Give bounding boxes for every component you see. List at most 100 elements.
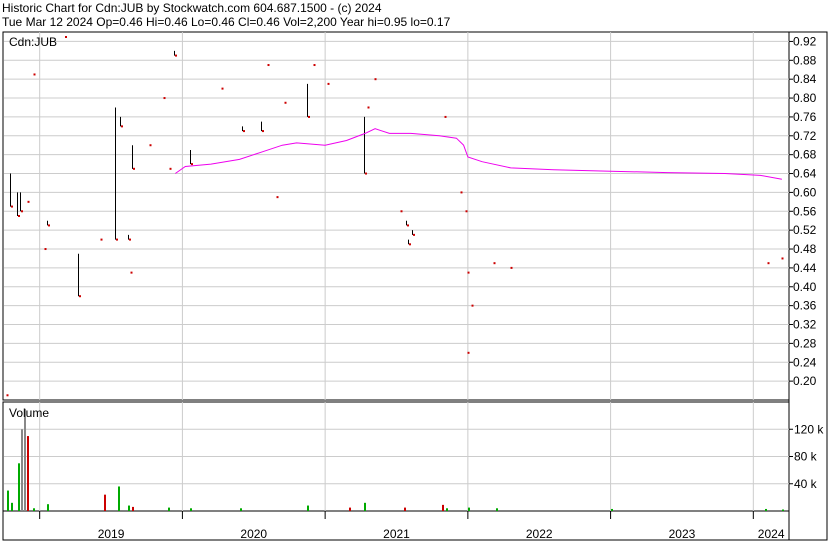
volume-bar [364, 502, 366, 511]
volume-bar [118, 486, 120, 511]
volume-bar [349, 507, 351, 511]
price-point [163, 97, 166, 100]
price-point [130, 271, 133, 274]
price-close [308, 115, 310, 118]
volume-bar [18, 463, 20, 511]
price-tick-label: 0.28 [793, 336, 817, 350]
price-tick-label: 0.52 [793, 223, 817, 237]
price-close [175, 54, 177, 57]
volume-bar [104, 494, 106, 511]
year-label: 2023 [669, 527, 696, 541]
price-point [327, 82, 330, 85]
price-tick-label: 0.84 [793, 72, 817, 86]
year-label: 2024 [758, 527, 785, 541]
price-close [407, 224, 409, 227]
price-tick-label: 0.44 [793, 261, 817, 275]
price-close [48, 224, 50, 227]
price-close [121, 125, 123, 128]
volume-bar [446, 508, 448, 511]
price-close [413, 233, 415, 236]
symbol-marker [65, 36, 67, 38]
price-point [465, 210, 468, 213]
price-tick-label: 0.60 [793, 185, 817, 199]
price-tick-label: 0.36 [793, 299, 817, 313]
volume-bar [11, 502, 13, 511]
price-point [100, 238, 103, 241]
year-label: 2019 [98, 527, 125, 541]
price-point [313, 64, 316, 67]
volume-bar [404, 507, 406, 511]
volume-bar [132, 506, 134, 511]
price-point [493, 262, 496, 265]
price-point [467, 351, 470, 354]
volume-bar [765, 508, 767, 511]
price-close [116, 238, 118, 241]
price-close [18, 215, 20, 217]
price-tick-label: 0.72 [793, 129, 817, 143]
price-tick-label: 0.76 [793, 110, 817, 124]
price-close [21, 210, 23, 213]
volume-tick-label: 40 k [794, 477, 818, 491]
volume-label: Volume [9, 406, 49, 420]
price-point [276, 196, 279, 199]
year-label: 2022 [526, 527, 553, 541]
price-close [129, 238, 131, 241]
price-close [409, 243, 411, 246]
volume-bar [496, 508, 498, 511]
price-close [365, 172, 367, 175]
volume-bar [24, 408, 26, 511]
price-tick-label: 0.68 [793, 148, 817, 162]
price-point [44, 248, 47, 251]
price-point [781, 257, 784, 260]
price-point [221, 87, 224, 90]
year-label: 2021 [383, 527, 410, 541]
price-point [510, 266, 513, 269]
volume-bar [128, 505, 130, 511]
price-close [262, 130, 264, 133]
price-tick-label: 0.56 [793, 204, 817, 218]
price-close [11, 205, 13, 208]
price-tick-label: 0.88 [793, 53, 817, 67]
price-point [367, 106, 370, 109]
volume-bar [33, 508, 35, 511]
volume-bar [168, 507, 170, 511]
volume-bar [27, 436, 29, 511]
volume-bar [240, 508, 242, 511]
price-close [191, 163, 193, 166]
price-tick-label: 0.64 [793, 167, 817, 181]
symbol-label: Cdn:JUB [9, 35, 57, 49]
volume-bar [307, 505, 309, 511]
price-tick-label: 0.20 [793, 374, 817, 388]
price-tick-label: 0.48 [793, 242, 817, 256]
stock-chart: 0.92 0.88 0.84 0.80 0.76 0.72 0.68 0.64 0.60 0.56… [2, 31, 828, 541]
volume-bar [442, 504, 444, 511]
price-point [149, 144, 152, 147]
price-point [33, 73, 36, 76]
price-panel [2, 31, 790, 401]
price-point [444, 115, 447, 118]
volume-bar [782, 509, 784, 511]
price-point [467, 271, 470, 274]
volume-bar [47, 504, 49, 511]
price-point [27, 200, 30, 203]
price-close [133, 167, 135, 170]
price-point [460, 191, 463, 194]
price-tick-label: 0.92 [793, 34, 817, 48]
price-point [471, 304, 474, 307]
price-tick-label: 0.40 [793, 280, 817, 294]
volume-bar [7, 490, 9, 511]
price-close [243, 130, 245, 133]
year-label: 2020 [240, 527, 267, 541]
price-close [79, 295, 81, 298]
price-tick-label: 0.80 [793, 91, 817, 105]
price-point [6, 394, 9, 397]
volume-tick-label: 120 k [794, 422, 824, 436]
volume-bar [190, 508, 192, 511]
price-point [169, 167, 172, 170]
volume-tick-label: 80 k [794, 450, 818, 464]
volume-bar [468, 507, 470, 511]
price-point [267, 64, 270, 67]
price-point [374, 78, 377, 81]
price-tick-label: 0.24 [793, 355, 817, 369]
volume-bar [21, 429, 23, 511]
